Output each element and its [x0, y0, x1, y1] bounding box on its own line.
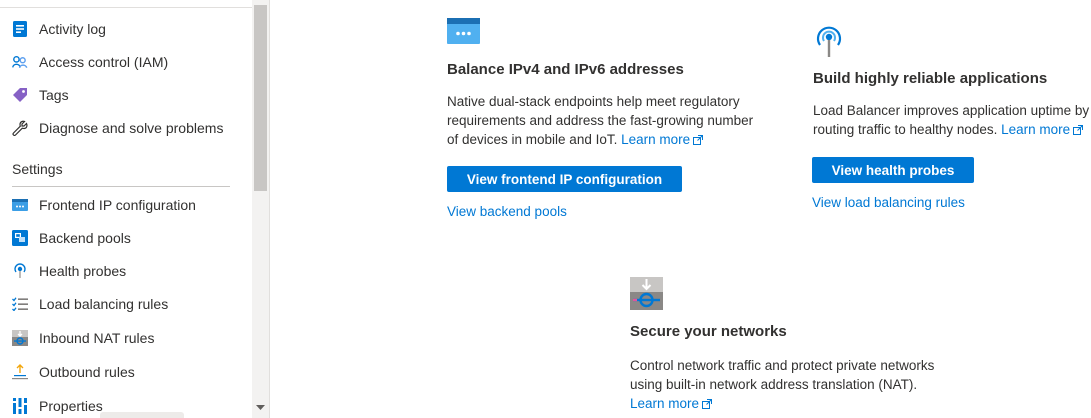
description-text: routing traffic to healthy nodes.: [813, 122, 998, 137]
card-title-reliable: Build highly reliable applications: [813, 70, 1048, 87]
frontend-ip-icon: [12, 197, 28, 213]
view-backend-pools-link[interactable]: View backend pools: [447, 204, 567, 219]
description-line: Learn more: [630, 394, 990, 414]
learn-more-label: Learn more: [621, 132, 691, 147]
nav-item-label: Diagnose and solve problems: [39, 119, 224, 136]
nav-item-activity-log[interactable]: Activity log: [0, 12, 252, 45]
nav-item-tags[interactable]: Tags: [0, 78, 252, 111]
description-line: Native dual-stack endpoints help meet re…: [447, 94, 740, 109]
description-line: requirements and address the fast-growin…: [447, 113, 754, 128]
nav-item-load-balancing-rules[interactable]: Load balancing rules: [0, 287, 252, 320]
inbound-nat-icon: [630, 277, 663, 315]
nav-item-label: Inbound NAT rules: [39, 329, 155, 346]
nav-item-backend-pools[interactable]: Backend pools: [0, 221, 252, 254]
nav-item-access-control[interactable]: Access control (IAM): [0, 45, 252, 78]
external-link-icon: [1073, 121, 1084, 140]
description-line: Load Balancer improves application uptim…: [813, 103, 1090, 118]
card-description-secure: Control network traffic and protect priv…: [630, 356, 990, 414]
external-link-icon: [702, 395, 713, 414]
view-load-balancing-rules-link[interactable]: View load balancing rules: [812, 195, 965, 210]
description-line: Control network traffic and protect priv…: [630, 358, 935, 373]
tag-icon: [12, 87, 28, 103]
nav-item-label: Properties: [39, 397, 103, 414]
health-probe-icon: [815, 25, 843, 64]
properties-icon: [12, 397, 28, 414]
nav-item-label: Frontend IP configuration: [39, 196, 196, 213]
nav-item-inbound-nat-rules[interactable]: Inbound NAT rules: [0, 321, 252, 354]
nav-item-highlight: [100, 412, 184, 418]
activity-log-icon: [12, 20, 28, 37]
learn-more-link[interactable]: Learn more: [621, 131, 704, 150]
description-line: of devices in mobile and IoT. Learn more: [447, 130, 777, 150]
nav-item-label: Health probes: [39, 262, 127, 279]
description-line: using built-in network address translati…: [630, 377, 918, 392]
menu-divider: [0, 0, 252, 8]
nav-item-label: Load balancing rules: [39, 295, 169, 312]
learn-more-link[interactable]: Learn more: [1001, 121, 1084, 140]
backend-pools-icon: [12, 229, 28, 246]
nav-item-label: Activity log: [39, 20, 106, 37]
nav-item-diagnose[interactable]: Diagnose and solve problems: [0, 111, 252, 144]
nav-item-frontend-ip[interactable]: Frontend IP configuration: [0, 188, 252, 221]
resource-menu: Activity log Access control (IAM) Tags D…: [0, 0, 270, 418]
description-line: routing traffic to healthy nodes. Learn …: [813, 120, 1091, 140]
people-icon: [12, 54, 28, 70]
section-header-settings: Settings: [12, 161, 63, 177]
nav-item-outbound-rules[interactable]: Outbound rules: [0, 355, 252, 388]
card-description-balance: Native dual-stack endpoints help meet re…: [447, 92, 777, 150]
nav-item-label: Access control (IAM): [39, 53, 169, 70]
view-frontend-ip-configuration-button[interactable]: View frontend IP configuration: [447, 166, 682, 192]
health-probe-icon: [12, 262, 28, 279]
view-health-probes-button[interactable]: View health probes: [812, 157, 974, 183]
card-title-secure: Secure your networks: [630, 323, 787, 340]
menu-scrollbar[interactable]: [252, 0, 269, 418]
section-divider: [12, 186, 230, 187]
learn-more-link[interactable]: Learn more: [630, 395, 713, 414]
nav-item-label: Tags: [39, 86, 69, 103]
frontend-ip-icon: [447, 18, 480, 49]
scroll-down-arrow-icon[interactable]: [255, 402, 266, 414]
learn-more-label: Learn more: [1001, 122, 1071, 137]
outbound-rules-icon: [12, 363, 28, 380]
rules-list-icon: [12, 296, 28, 312]
nav-item-label: Backend pools: [39, 229, 131, 246]
nav-item-health-probes[interactable]: Health probes: [0, 254, 252, 287]
external-link-icon: [693, 131, 704, 150]
wrench-icon: [12, 120, 28, 136]
card-description-reliable: Load Balancer improves application uptim…: [813, 101, 1091, 140]
card-title-balance: Balance IPv4 and IPv6 addresses: [447, 61, 684, 78]
nav-item-label: Outbound rules: [39, 363, 135, 380]
description-text: of devices in mobile and IoT.: [447, 132, 618, 147]
inbound-nat-icon: [12, 329, 28, 346]
scrollbar-thumb[interactable]: [254, 5, 267, 191]
learn-more-label: Learn more: [630, 396, 700, 411]
